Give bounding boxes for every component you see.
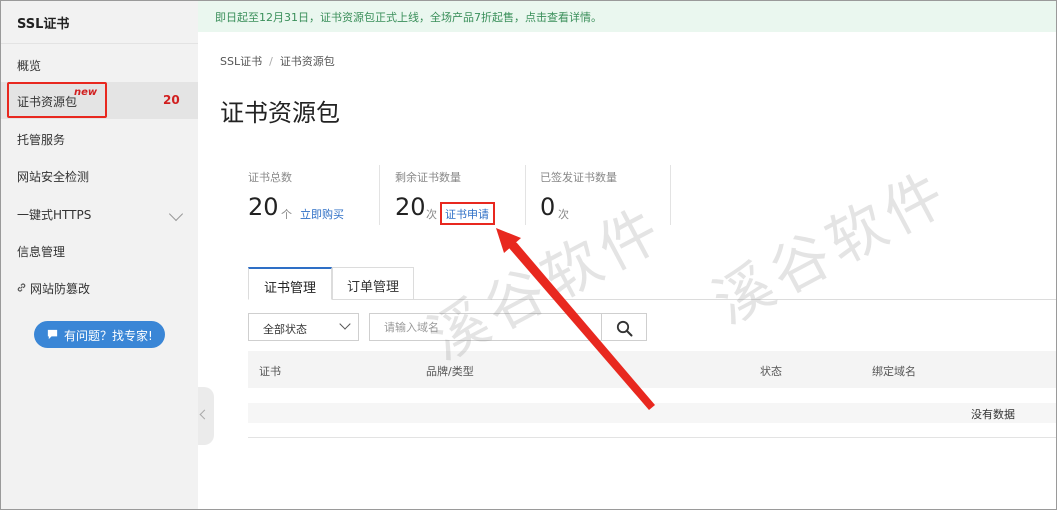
stat-total: 证书总数 20 个 立即购买 bbox=[248, 165, 368, 233]
empty-text: 没有数据 bbox=[971, 408, 1015, 421]
sidebar-item-label: 一键式HTTPS bbox=[17, 208, 92, 222]
table-header: 证书 品牌/类型 状态 绑定域名 bbox=[248, 351, 1056, 388]
stat-unit: 次 bbox=[426, 208, 437, 221]
sidebar-item-label: 网站安全检测 bbox=[17, 170, 90, 184]
sidebar-item-info-management[interactable]: 信息管理 bbox=[1, 232, 198, 269]
stat-unit: 个 bbox=[281, 208, 292, 221]
chevron-down-icon bbox=[339, 318, 351, 330]
sidebar-title: SSL证书 bbox=[17, 17, 70, 32]
search-icon bbox=[616, 320, 633, 337]
tab-order-management[interactable]: 订单管理 bbox=[332, 267, 414, 300]
sidebar-divider bbox=[1, 43, 198, 44]
chevron-left-icon bbox=[199, 409, 210, 420]
highlight-box-apply bbox=[440, 202, 495, 225]
highlight-box-sidebar bbox=[7, 82, 107, 118]
stat-value: 20 bbox=[248, 193, 279, 221]
tab-cert-management[interactable]: 证书管理 bbox=[248, 267, 332, 300]
ask-expert-label: 有问题？找专家! bbox=[64, 329, 153, 343]
search-button[interactable] bbox=[601, 313, 647, 341]
sidebar-item-count: 20 bbox=[163, 93, 180, 107]
app-window: SSL证书 概览 证书资源包 new 20 托管服务 网站安全检测 一键式HTT… bbox=[0, 0, 1057, 510]
sidebar-item-label: 托管服务 bbox=[17, 133, 66, 147]
stat-divider bbox=[379, 165, 380, 225]
sidebar-item-hosting[interactable]: 托管服务 bbox=[1, 120, 198, 157]
table-empty-row: 没有数据 bbox=[248, 403, 1056, 423]
sidebar-item-security-check[interactable]: 网站安全检测 bbox=[1, 157, 198, 194]
watermark: 溪谷软件 bbox=[702, 157, 961, 338]
stat-value: 0 bbox=[540, 193, 556, 221]
stat-value: 20 bbox=[395, 193, 426, 221]
breadcrumb-root[interactable]: SSL证书 bbox=[220, 55, 262, 68]
sidebar-item-label: 概览 bbox=[17, 59, 42, 73]
column-header-bound-domain: 绑定域名 bbox=[872, 365, 916, 378]
buy-now-link[interactable]: 立即购买 bbox=[300, 206, 344, 222]
sidebar: SSL证书 概览 证书资源包 new 20 托管服务 网站安全检测 一键式HTT… bbox=[1, 1, 198, 509]
stat-divider bbox=[670, 165, 671, 225]
column-header-status: 状态 bbox=[760, 365, 782, 378]
stat-label: 已签发证书数量 bbox=[540, 171, 617, 184]
tab-label: 证书管理 bbox=[263, 281, 316, 296]
breadcrumb: SSL证书 / 证书资源包 bbox=[220, 53, 335, 69]
sidebar-item-label: 信息管理 bbox=[17, 245, 66, 259]
column-header-cert: 证书 bbox=[259, 365, 281, 378]
stat-divider bbox=[525, 165, 526, 225]
sidebar-item-label: 网站防篡改 bbox=[30, 282, 91, 296]
sidebar-collapse-toggle[interactable] bbox=[198, 387, 214, 445]
status-select-value: 全部状态 bbox=[263, 323, 307, 336]
sidebar-item-overview[interactable]: 概览 bbox=[1, 46, 198, 83]
notice-text[interactable]: 即日起至12月31日，证书资源包正式上线，全场产品7折起售，点击查看详情。 bbox=[215, 9, 602, 25]
stat-label: 剩余证书数量 bbox=[395, 171, 461, 184]
ask-expert-button[interactable]: 有问题？找专家! bbox=[34, 321, 165, 348]
breadcrumb-current: 证书资源包 bbox=[279, 55, 335, 68]
table-bottom-border bbox=[248, 437, 1056, 438]
stat-label: 证书总数 bbox=[248, 171, 292, 184]
tab-label: 订单管理 bbox=[346, 280, 399, 295]
link-icon bbox=[17, 283, 26, 292]
notice-banner[interactable]: 即日起至12月31日，证书资源包正式上线，全场产品7折起售，点击查看详情。 bbox=[198, 1, 1056, 32]
status-select[interactable]: 全部状态 bbox=[248, 313, 359, 341]
page-title: 证书资源包 bbox=[220, 99, 340, 127]
sidebar-item-tamper-protection[interactable]: 网站防篡改 bbox=[1, 269, 198, 306]
chat-bubble-icon bbox=[47, 329, 58, 340]
breadcrumb-separator: / bbox=[269, 55, 273, 68]
